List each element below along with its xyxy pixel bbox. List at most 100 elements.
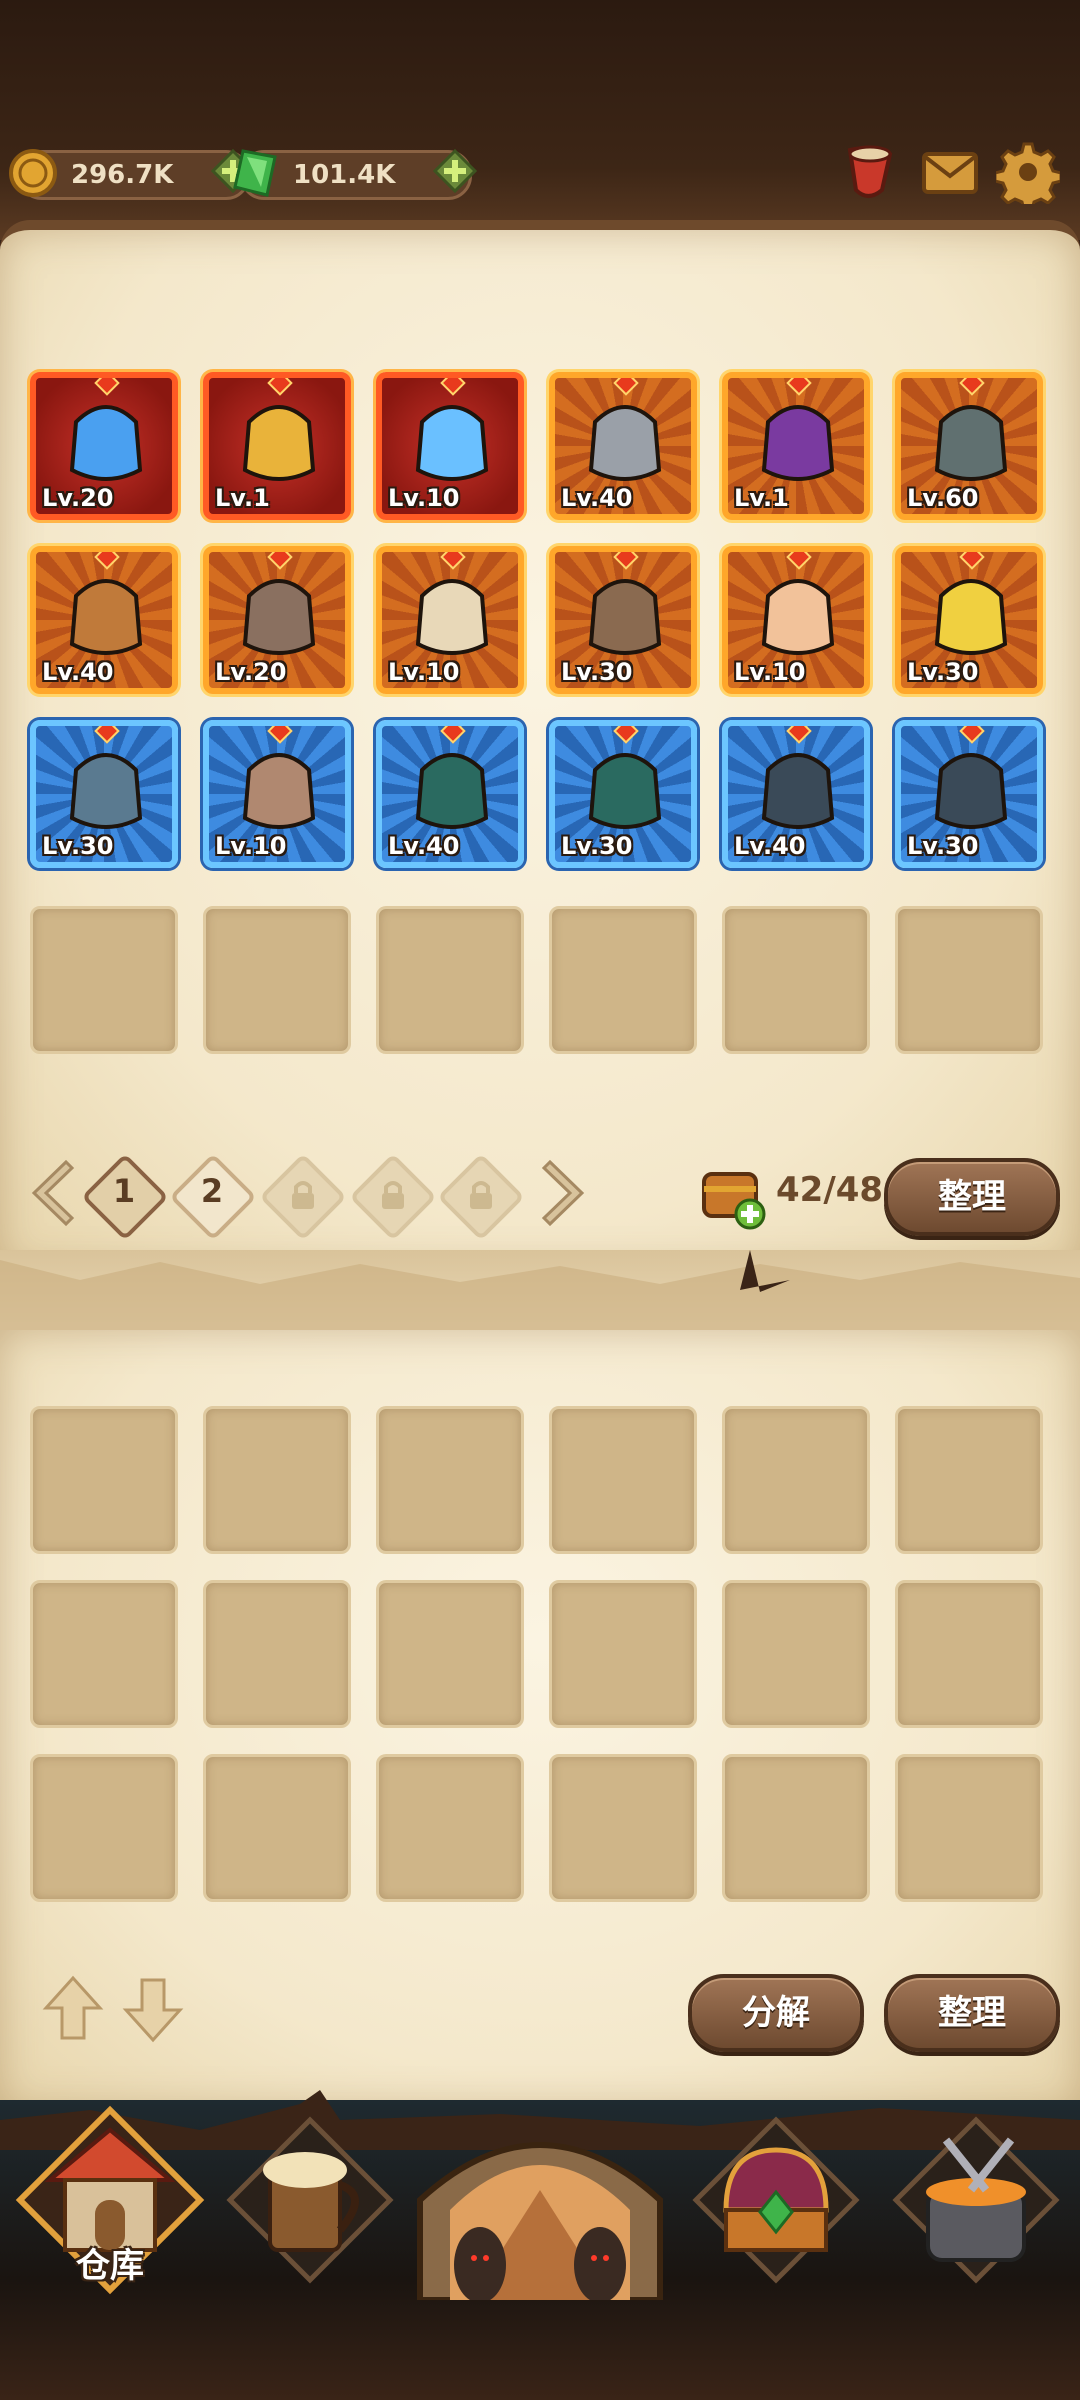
- decompose-button[interactable]: 分解: [688, 1974, 864, 2052]
- golden-boots-icon: [934, 579, 1008, 655]
- empty-storage-slot[interactable]: [203, 1754, 351, 1902]
- sort-lower-button[interactable]: 整理: [884, 1974, 1060, 2052]
- forge-icon: [892, 2116, 1060, 2284]
- empty-bag-slot[interactable]: [895, 906, 1043, 1054]
- equipment-slot-orb-amulet[interactable]: Lv.10: [376, 372, 524, 520]
- equipment-slot-green-glove[interactable]: Lv.40: [376, 720, 524, 868]
- equipment-slot-bandaged-armor[interactable]: Lv.10: [203, 720, 351, 868]
- empty-storage-slot[interactable]: [30, 1754, 178, 1902]
- item-level: Lv.10: [215, 832, 287, 860]
- empty-storage-slot[interactable]: [376, 1580, 524, 1728]
- horn-icon[interactable]: [838, 140, 902, 204]
- next-page-button[interactable]: [540, 1158, 590, 1228]
- lock-icon: [470, 1181, 492, 1209]
- top-bar: [0, 0, 1080, 240]
- nav-tab-forge[interactable]: [876, 2100, 1076, 2300]
- green-glove-icon: [415, 753, 489, 829]
- twisted-sword-icon: [588, 405, 662, 481]
- item-level: Lv.40: [388, 832, 460, 860]
- empty-storage-slot[interactable]: [203, 1406, 351, 1554]
- item-level: Lv.10: [734, 658, 806, 686]
- gold-counter: 296.7K: [9, 149, 255, 200]
- shadow-staff-icon: [761, 405, 835, 481]
- nav-label-warehouse: 仓库: [76, 2246, 144, 2286]
- empty-storage-slot[interactable]: [376, 1754, 524, 1902]
- nav-tab-warehouse[interactable]: 仓库: [10, 2100, 210, 2300]
- item-level: Lv.60: [907, 484, 979, 512]
- gem-counter: 101.4K: [233, 149, 477, 200]
- equipment-slot-shadow-staff[interactable]: Lv.1: [722, 372, 870, 520]
- treasure-chest-icon: [692, 2116, 860, 2284]
- item-level: Lv.10: [388, 658, 460, 686]
- equipment-slot-skull-pauldron[interactable]: Lv.20: [203, 546, 351, 694]
- settings-gear-icon[interactable]: [996, 140, 1060, 204]
- empty-storage-slot[interactable]: [722, 1754, 870, 1902]
- empty-storage-slot[interactable]: [895, 1754, 1043, 1902]
- equipment-slot-golden-gauntlet[interactable]: Lv.1: [203, 372, 351, 520]
- equipment-slot-iron-greaves[interactable]: Lv.40: [722, 720, 870, 868]
- green-glove-icon: [588, 753, 662, 829]
- item-level: Lv.10: [388, 484, 460, 512]
- equipment-slot-fur-helmet[interactable]: Lv.30: [30, 720, 178, 868]
- empty-storage-slot[interactable]: [549, 1754, 697, 1902]
- empty-storage-slot[interactable]: [722, 1580, 870, 1728]
- gem-icon: [233, 149, 277, 197]
- lock-icon: [382, 1181, 404, 1209]
- equipment-slot-twisted-sword[interactable]: Lv.40: [549, 372, 697, 520]
- gold-amount: 296.7K: [71, 160, 174, 190]
- coin-icon: [9, 149, 57, 197]
- add-gems-button[interactable]: [433, 149, 477, 193]
- equipment-slot-green-glove[interactable]: Lv.30: [549, 720, 697, 868]
- empty-storage-slot[interactable]: [376, 1406, 524, 1554]
- move-down-arrow-icon[interactable]: [122, 1974, 184, 2044]
- portal-icon: [417, 2142, 663, 2303]
- move-up-arrow-icon[interactable]: [42, 1974, 104, 2044]
- equipment-slot-leather-armor[interactable]: Lv.30: [549, 546, 697, 694]
- item-level: Lv.30: [907, 832, 979, 860]
- item-level: Lv.30: [561, 658, 633, 686]
- arcane-swirl-armor-icon: [69, 405, 143, 481]
- gem-amount: 101.4K: [293, 160, 396, 190]
- sort-upper-button[interactable]: 整理: [884, 1158, 1060, 1236]
- nav-tab-adventure[interactable]: [410, 2100, 670, 2303]
- empty-storage-slot[interactable]: [203, 1580, 351, 1728]
- iron-greaves-icon: [761, 753, 835, 829]
- empty-bag-slot[interactable]: [30, 906, 178, 1054]
- empty-storage-slot[interactable]: [30, 1406, 178, 1554]
- empty-bag-slot[interactable]: [549, 906, 697, 1054]
- empty-bag-slot[interactable]: [203, 906, 351, 1054]
- page-number: 1: [112, 1172, 136, 1210]
- empty-storage-slot[interactable]: [895, 1406, 1043, 1554]
- empty-storage-slot[interactable]: [722, 1406, 870, 1554]
- equipment-slot-fang-necklace[interactable]: Lv.10: [376, 546, 524, 694]
- empty-bag-slot[interactable]: [376, 906, 524, 1054]
- expand-bag-icon[interactable]: [698, 1160, 770, 1232]
- prev-page-button[interactable]: [26, 1158, 76, 1228]
- equipment-slot-spiked-helmet[interactable]: Lv.60: [895, 372, 1043, 520]
- page-number: 2: [200, 1172, 224, 1210]
- item-level: Lv.40: [734, 832, 806, 860]
- bag-capacity: 42/48: [776, 1170, 884, 1210]
- equipment-slot-arcane-swirl-armor[interactable]: Lv.20: [30, 372, 178, 520]
- equipment-slot-horn-ring[interactable]: Lv.10: [722, 546, 870, 694]
- skull-pauldron-icon: [242, 579, 316, 655]
- fang-necklace-icon: [415, 579, 489, 655]
- item-level: Lv.1: [734, 484, 789, 512]
- equipment-slot-golden-boots[interactable]: Lv.30: [895, 546, 1043, 694]
- nav-tab-tavern[interactable]: [210, 2100, 410, 2300]
- empty-storage-slot[interactable]: [30, 1580, 178, 1728]
- bronze-helmet-icon: [69, 579, 143, 655]
- equipment-slot-iron-greaves[interactable]: Lv.30: [895, 720, 1043, 868]
- leather-armor-icon: [588, 579, 662, 655]
- empty-storage-slot[interactable]: [549, 1406, 697, 1554]
- item-level: Lv.30: [42, 832, 114, 860]
- mail-icon[interactable]: [918, 140, 982, 204]
- equipment-slot-bronze-helmet[interactable]: Lv.40: [30, 546, 178, 694]
- bandaged-armor-icon: [242, 753, 316, 829]
- empty-storage-slot[interactable]: [895, 1580, 1043, 1728]
- empty-bag-slot[interactable]: [722, 906, 870, 1054]
- nav-tab-treasure[interactable]: [676, 2100, 876, 2300]
- beer-mug-icon: [226, 2116, 394, 2284]
- empty-storage-slot[interactable]: [549, 1580, 697, 1728]
- item-level: Lv.40: [561, 484, 633, 512]
